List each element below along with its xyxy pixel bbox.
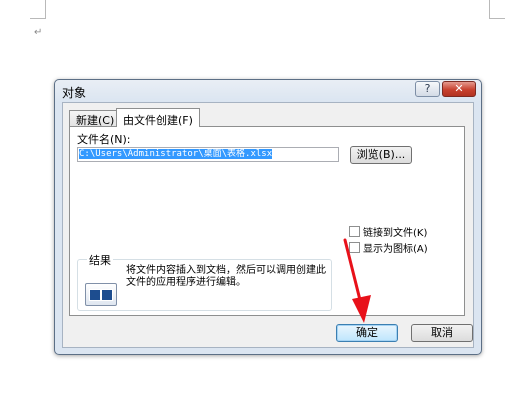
result-label: 结果 bbox=[87, 252, 113, 268]
file-path-value: C:\Users\Administrator\桌面\表格.xlsx bbox=[79, 149, 273, 159]
cancel-button[interactable]: 取消 bbox=[411, 324, 473, 342]
sheet-glyph bbox=[89, 289, 101, 301]
ok-button[interactable]: 确定 bbox=[336, 324, 398, 342]
close-icon: ✕ bbox=[454, 82, 464, 95]
result-group: 结果 将文件内容插入到文档，然后可以调用创建此文件的应用程序进行编辑。 bbox=[77, 252, 332, 311]
file-path-input[interactable]: C:\Users\Administrator\桌面\表格.xlsx bbox=[77, 147, 339, 162]
close-button[interactable]: ✕ bbox=[442, 81, 476, 97]
link-to-file-checkbox[interactable]: 链接到文件(K) bbox=[349, 224, 427, 239]
help-button[interactable]: ? bbox=[415, 81, 440, 97]
display-as-icon-label: 显示为图标(A) bbox=[363, 244, 428, 255]
tab-panel-create-from-file: 文件名(N): C:\Users\Administrator\桌面\表格.xls… bbox=[69, 126, 465, 316]
tab-create-from-file[interactable]: 由文件创建(F) bbox=[116, 108, 200, 127]
page-corner-mark-right bbox=[489, 0, 505, 19]
dialog-title: 对象 bbox=[62, 86, 87, 100]
sheet-glyph bbox=[101, 289, 113, 301]
embedded-object-icon bbox=[85, 283, 117, 306]
file-name-label: 文件名(N): bbox=[77, 133, 131, 146]
browse-button[interactable]: 浏览(B)... bbox=[350, 146, 412, 164]
tab-create-new[interactable]: 新建(C) bbox=[69, 110, 122, 127]
dialog-client-area: 新建(C) 由文件创建(F) 文件名(N): C:\Users\Administ… bbox=[62, 102, 474, 348]
link-to-file-label: 链接到文件(K) bbox=[363, 228, 428, 239]
page-corner-mark-left bbox=[30, 0, 46, 19]
dialog-titlebar[interactable]: 对象 ? ✕ bbox=[55, 80, 481, 103]
checkbox-box[interactable] bbox=[349, 242, 360, 253]
object-dialog: 对象 ? ✕ 新建(C) 由文件创建(F) 文件名(N): C:\Users\A… bbox=[54, 79, 482, 355]
result-description: 将文件内容插入到文档，然后可以调用创建此文件的应用程序进行编辑。 bbox=[126, 265, 326, 288]
paragraph-mark: ↵ bbox=[34, 27, 43, 38]
display-as-icon-checkbox[interactable]: 显示为图标(A) bbox=[349, 240, 428, 255]
help-icon: ? bbox=[424, 82, 431, 95]
checkbox-box[interactable] bbox=[349, 226, 360, 237]
